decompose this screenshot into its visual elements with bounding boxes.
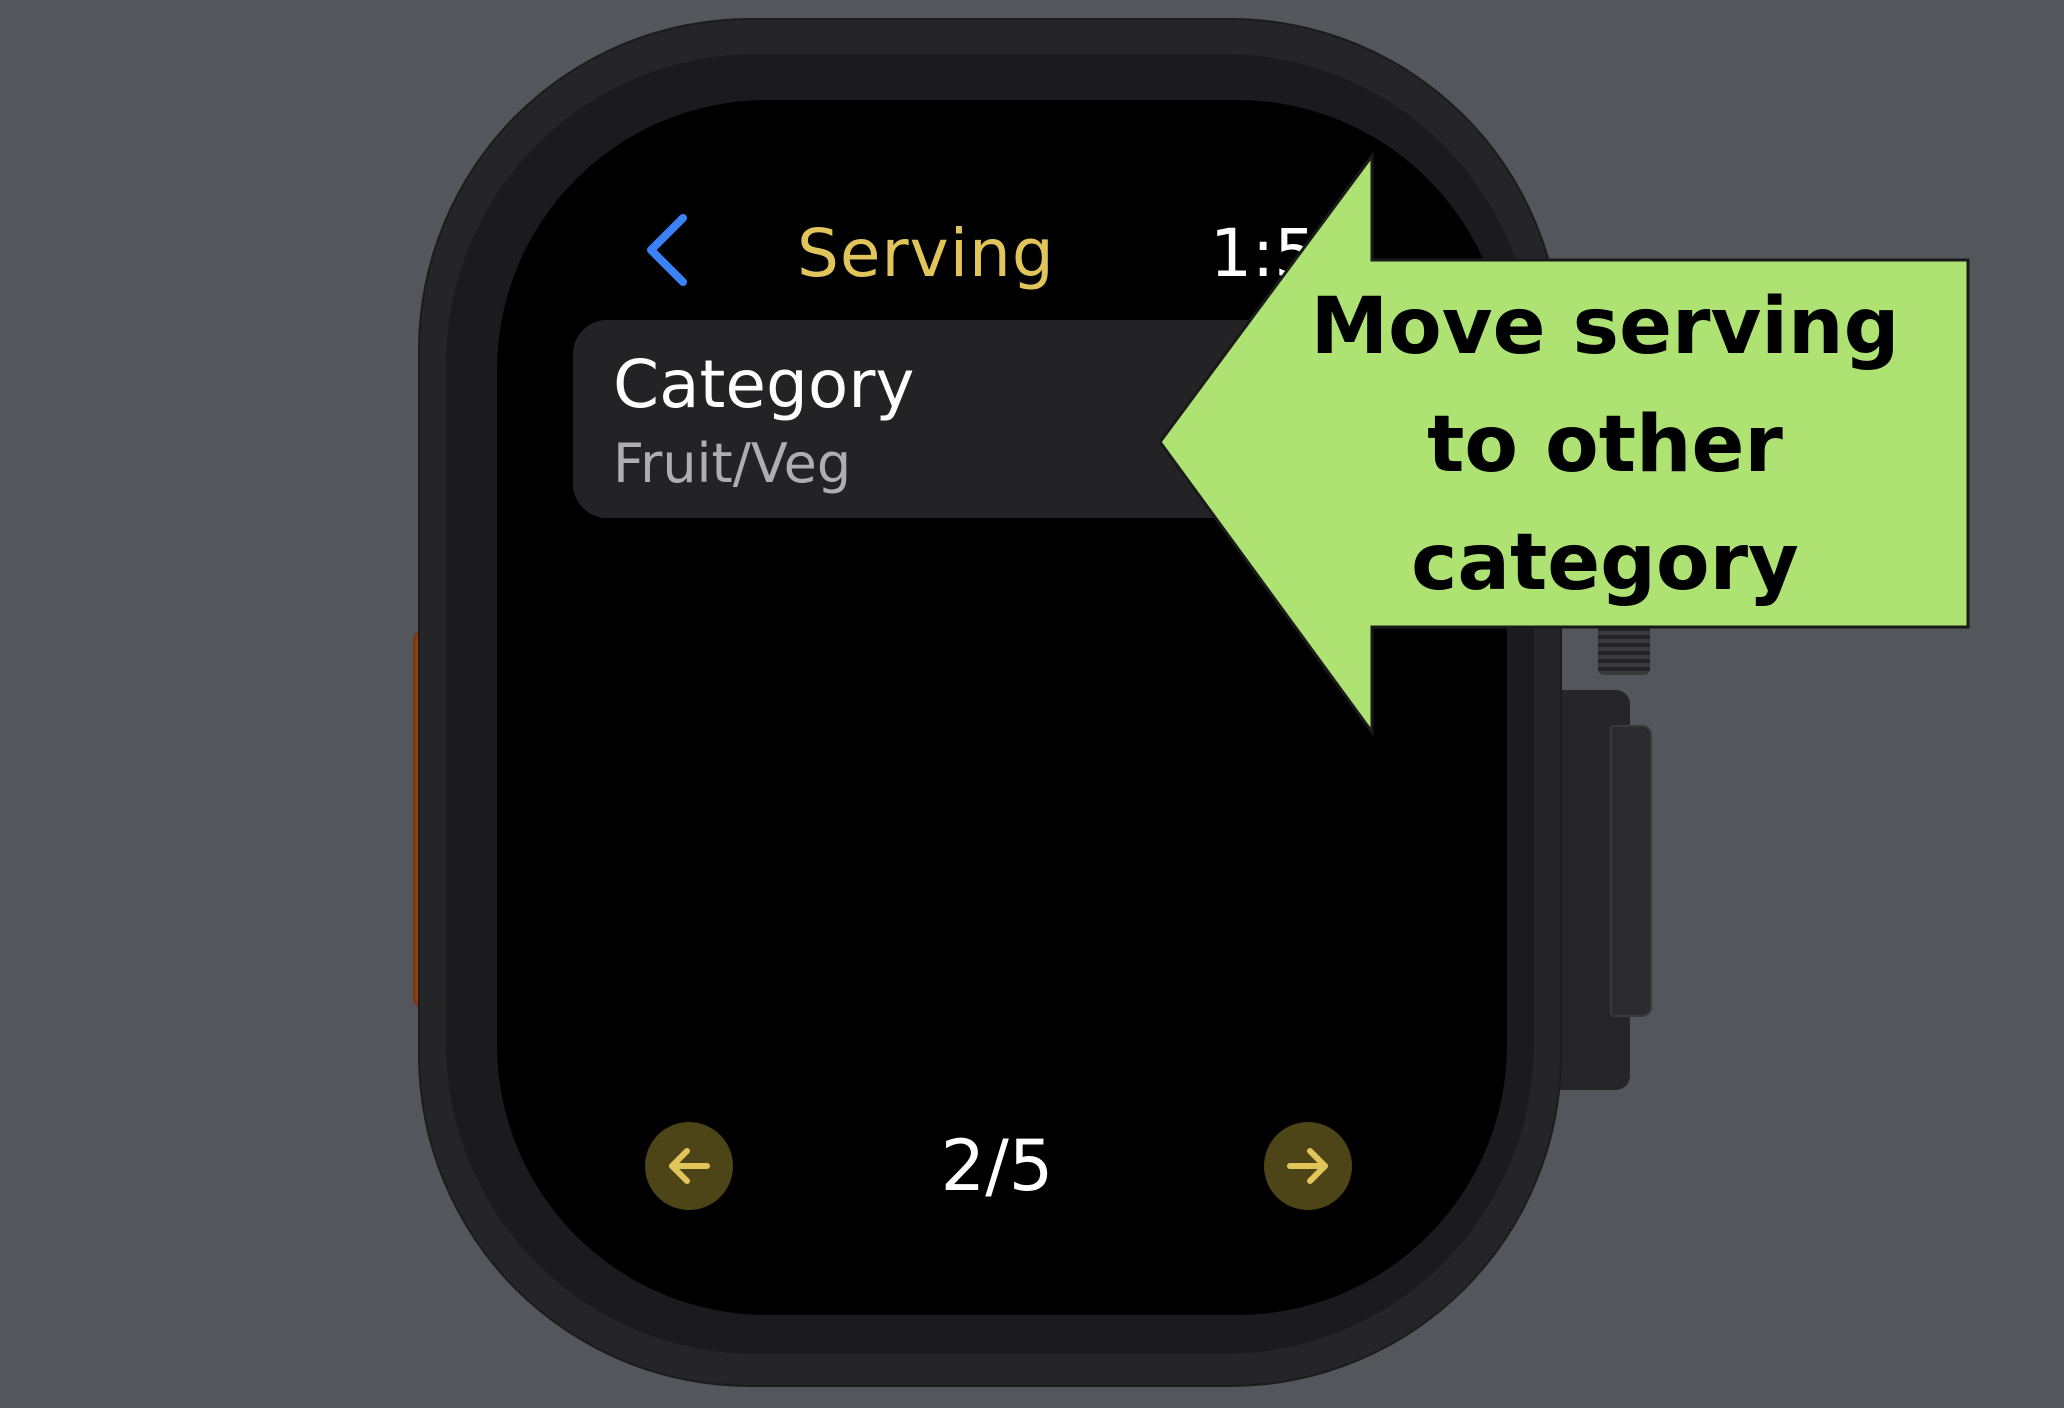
back-button[interactable] (637, 210, 697, 290)
stage: Serving 1:5 Category Fruit/Veg 2/5 Move … (0, 0, 2064, 1408)
page-title: Serving (797, 215, 1055, 292)
page-counter: 2/5 (940, 1125, 1054, 1207)
next-page-button[interactable] (1264, 1122, 1352, 1210)
previous-page-button[interactable] (645, 1122, 733, 1210)
callout-line: category (1411, 518, 1799, 608)
arrow-right-icon (1287, 1148, 1328, 1184)
category-label: Category (613, 346, 915, 423)
arrow-left-icon (669, 1148, 710, 1184)
side-button (1610, 725, 1652, 1017)
chevron-left-icon (647, 214, 687, 286)
callout-line: Move serving (1310, 282, 1900, 372)
category-value: Fruit/Veg (613, 432, 852, 495)
callout-line: to other (1427, 400, 1783, 490)
callout-text: Move serving to other category (1310, 268, 1900, 622)
